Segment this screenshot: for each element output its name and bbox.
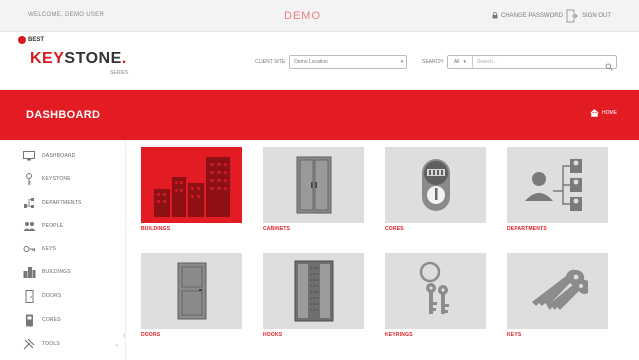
change-password-link[interactable]: CHANGE PASSWORD (492, 12, 563, 19)
location-label: CLIENT SITE (255, 59, 286, 65)
search-input[interactable]: Search... (473, 59, 497, 65)
tile-label: DEPARTMENTS (507, 226, 547, 232)
tile-cabinets[interactable]: CABINETS (263, 147, 364, 232)
welcome-text: WELCOME, DEMO USER (28, 12, 105, 18)
departments-icon (524, 159, 582, 211)
sidebar-item-label: KEYSTONE (42, 176, 71, 182)
tile-hooks[interactable]: HOOKS (263, 253, 364, 338)
dashboard-banner: DASHBOARD HOME (0, 90, 639, 140)
top-utility-bar: WELCOME, DEMO USER DEMO CHANGE PASSWORD … (0, 0, 639, 32)
tile-image (141, 147, 242, 223)
tile-cores[interactable]: CORES (385, 147, 486, 232)
sign-out-label: SIGN OUT (582, 13, 612, 19)
tile-image (263, 147, 364, 223)
app-header: BEST KEYSTONE. SERIES CLIENT SITE Demo L… (0, 32, 639, 90)
tile-label: CABINETS (263, 226, 291, 232)
cabinet-icon (296, 156, 331, 214)
buildings-icon (22, 265, 36, 279)
dashboard-icon (22, 149, 36, 163)
tile-image (263, 253, 364, 329)
sidebar-item-people[interactable]: PEOPLE (22, 218, 63, 234)
search-scope-select[interactable]: All ▾ (448, 56, 473, 68)
tile-image (507, 253, 608, 329)
sidebar-item-label: PEOPLE (42, 223, 64, 229)
tile-label: CORES (385, 226, 404, 232)
sidebar-item-label: KEYS (42, 246, 57, 252)
logo-subtitle: SERIES (110, 70, 129, 76)
core-icon (421, 159, 450, 211)
best-logo-icon (18, 36, 26, 44)
sidebar-item-buildings[interactable]: BUILDINGS (22, 264, 71, 280)
sidebar-item-label: DASHBOARD (42, 153, 76, 159)
chevron-down-icon: ▾ (463, 59, 466, 65)
sidebar-item-label: DEPARTMENTS (42, 200, 82, 206)
logo-key: KEY (30, 50, 65, 67)
keystone-dashboard: WELCOME, DEMO USER DEMO CHANGE PASSWORD … (0, 0, 639, 360)
location-value: Demo Location (294, 59, 328, 65)
hooks-icon (294, 260, 333, 322)
sidebar-collapse-handle[interactable]: › (119, 330, 129, 344)
sidebar-item-label: DOORS (42, 293, 62, 299)
keys-icon (531, 269, 588, 310)
sidebar-item-label: BUILDINGS (42, 269, 71, 275)
logo-suffix: . (121, 50, 127, 67)
search-box: All ▾ Search... (446, 55, 617, 71)
sidebar: DASHBOARD KEYSTONE DEPARTMENTS PEOPLE KE… (0, 140, 126, 360)
sidebar-item-label: CORES (42, 317, 61, 323)
sidebar-item-cores[interactable]: CORES (22, 312, 61, 328)
sign-out-link[interactable]: SIGN OUT (566, 9, 611, 23)
home-label: HOME (602, 110, 617, 116)
sidebar-item-keystone[interactable]: KEYSTONE (22, 171, 71, 187)
sidebar-item-tools[interactable]: TOOLS ⌄ (22, 336, 119, 352)
search-scope-value: All (453, 59, 460, 65)
best-badge-text: BEST (28, 37, 45, 43)
location-selector: CLIENT SITE Demo Location ▾ (255, 55, 408, 69)
keystone-logo[interactable]: KEYSTONE. (30, 50, 127, 68)
tile-label: KEYRINGS (385, 332, 413, 338)
keys-icon (22, 242, 36, 256)
tile-label: KEYS (507, 332, 522, 338)
door-icon (177, 262, 206, 320)
home-breadcrumb[interactable]: HOME (590, 109, 617, 117)
people-icon (22, 219, 36, 233)
home-icon (590, 109, 599, 117)
demo-label: DEMO (284, 10, 321, 22)
keyring-icon (419, 261, 449, 314)
tile-keyrings[interactable]: KEYRINGS (385, 253, 486, 338)
lock-icon (492, 12, 498, 19)
departments-icon (22, 196, 36, 210)
tile-image (141, 253, 242, 329)
sidebar-item-doors[interactable]: DOORS (22, 288, 61, 304)
tile-label: BUILDINGS (141, 226, 171, 232)
tile-label: HOOKS (263, 332, 283, 338)
core-icon (22, 313, 36, 327)
location-select[interactable]: Demo Location ▾ (289, 55, 408, 69)
change-password-label: CHANGE PASSWORD (501, 12, 563, 19)
tile-departments[interactable]: DEPARTMENTS (507, 147, 608, 232)
tile-label: DOORS (141, 332, 161, 338)
chevron-down-icon: ▾ (400, 59, 404, 65)
sidebar-item-dashboard[interactable]: DASHBOARD (22, 148, 75, 164)
tile-doors[interactable]: DOORS (141, 253, 242, 338)
logo-stone: STONE (64, 50, 122, 67)
search-icon[interactable] (605, 58, 613, 76)
tile-keys[interactable]: KEYS (507, 253, 608, 338)
search-area: SEARCH All ▾ Search... (422, 55, 617, 71)
search-label: SEARCH (422, 59, 443, 65)
sidebar-item-departments[interactable]: DEPARTMENTS (22, 195, 82, 211)
tile-image (385, 253, 486, 329)
key-icon (22, 172, 36, 186)
tile-image (385, 147, 486, 223)
page-title: DASHBOARD (26, 109, 101, 121)
door-icon (22, 289, 36, 303)
tools-icon (22, 337, 36, 351)
buildings-icon (153, 157, 230, 217)
sign-out-icon (566, 9, 578, 23)
tile-image (507, 147, 608, 223)
sidebar-item-keys[interactable]: KEYS (22, 241, 56, 257)
sidebar-item-label: TOOLS (42, 341, 60, 347)
best-badge: BEST (18, 36, 44, 44)
tile-buildings[interactable]: BUILDINGS (141, 147, 242, 232)
